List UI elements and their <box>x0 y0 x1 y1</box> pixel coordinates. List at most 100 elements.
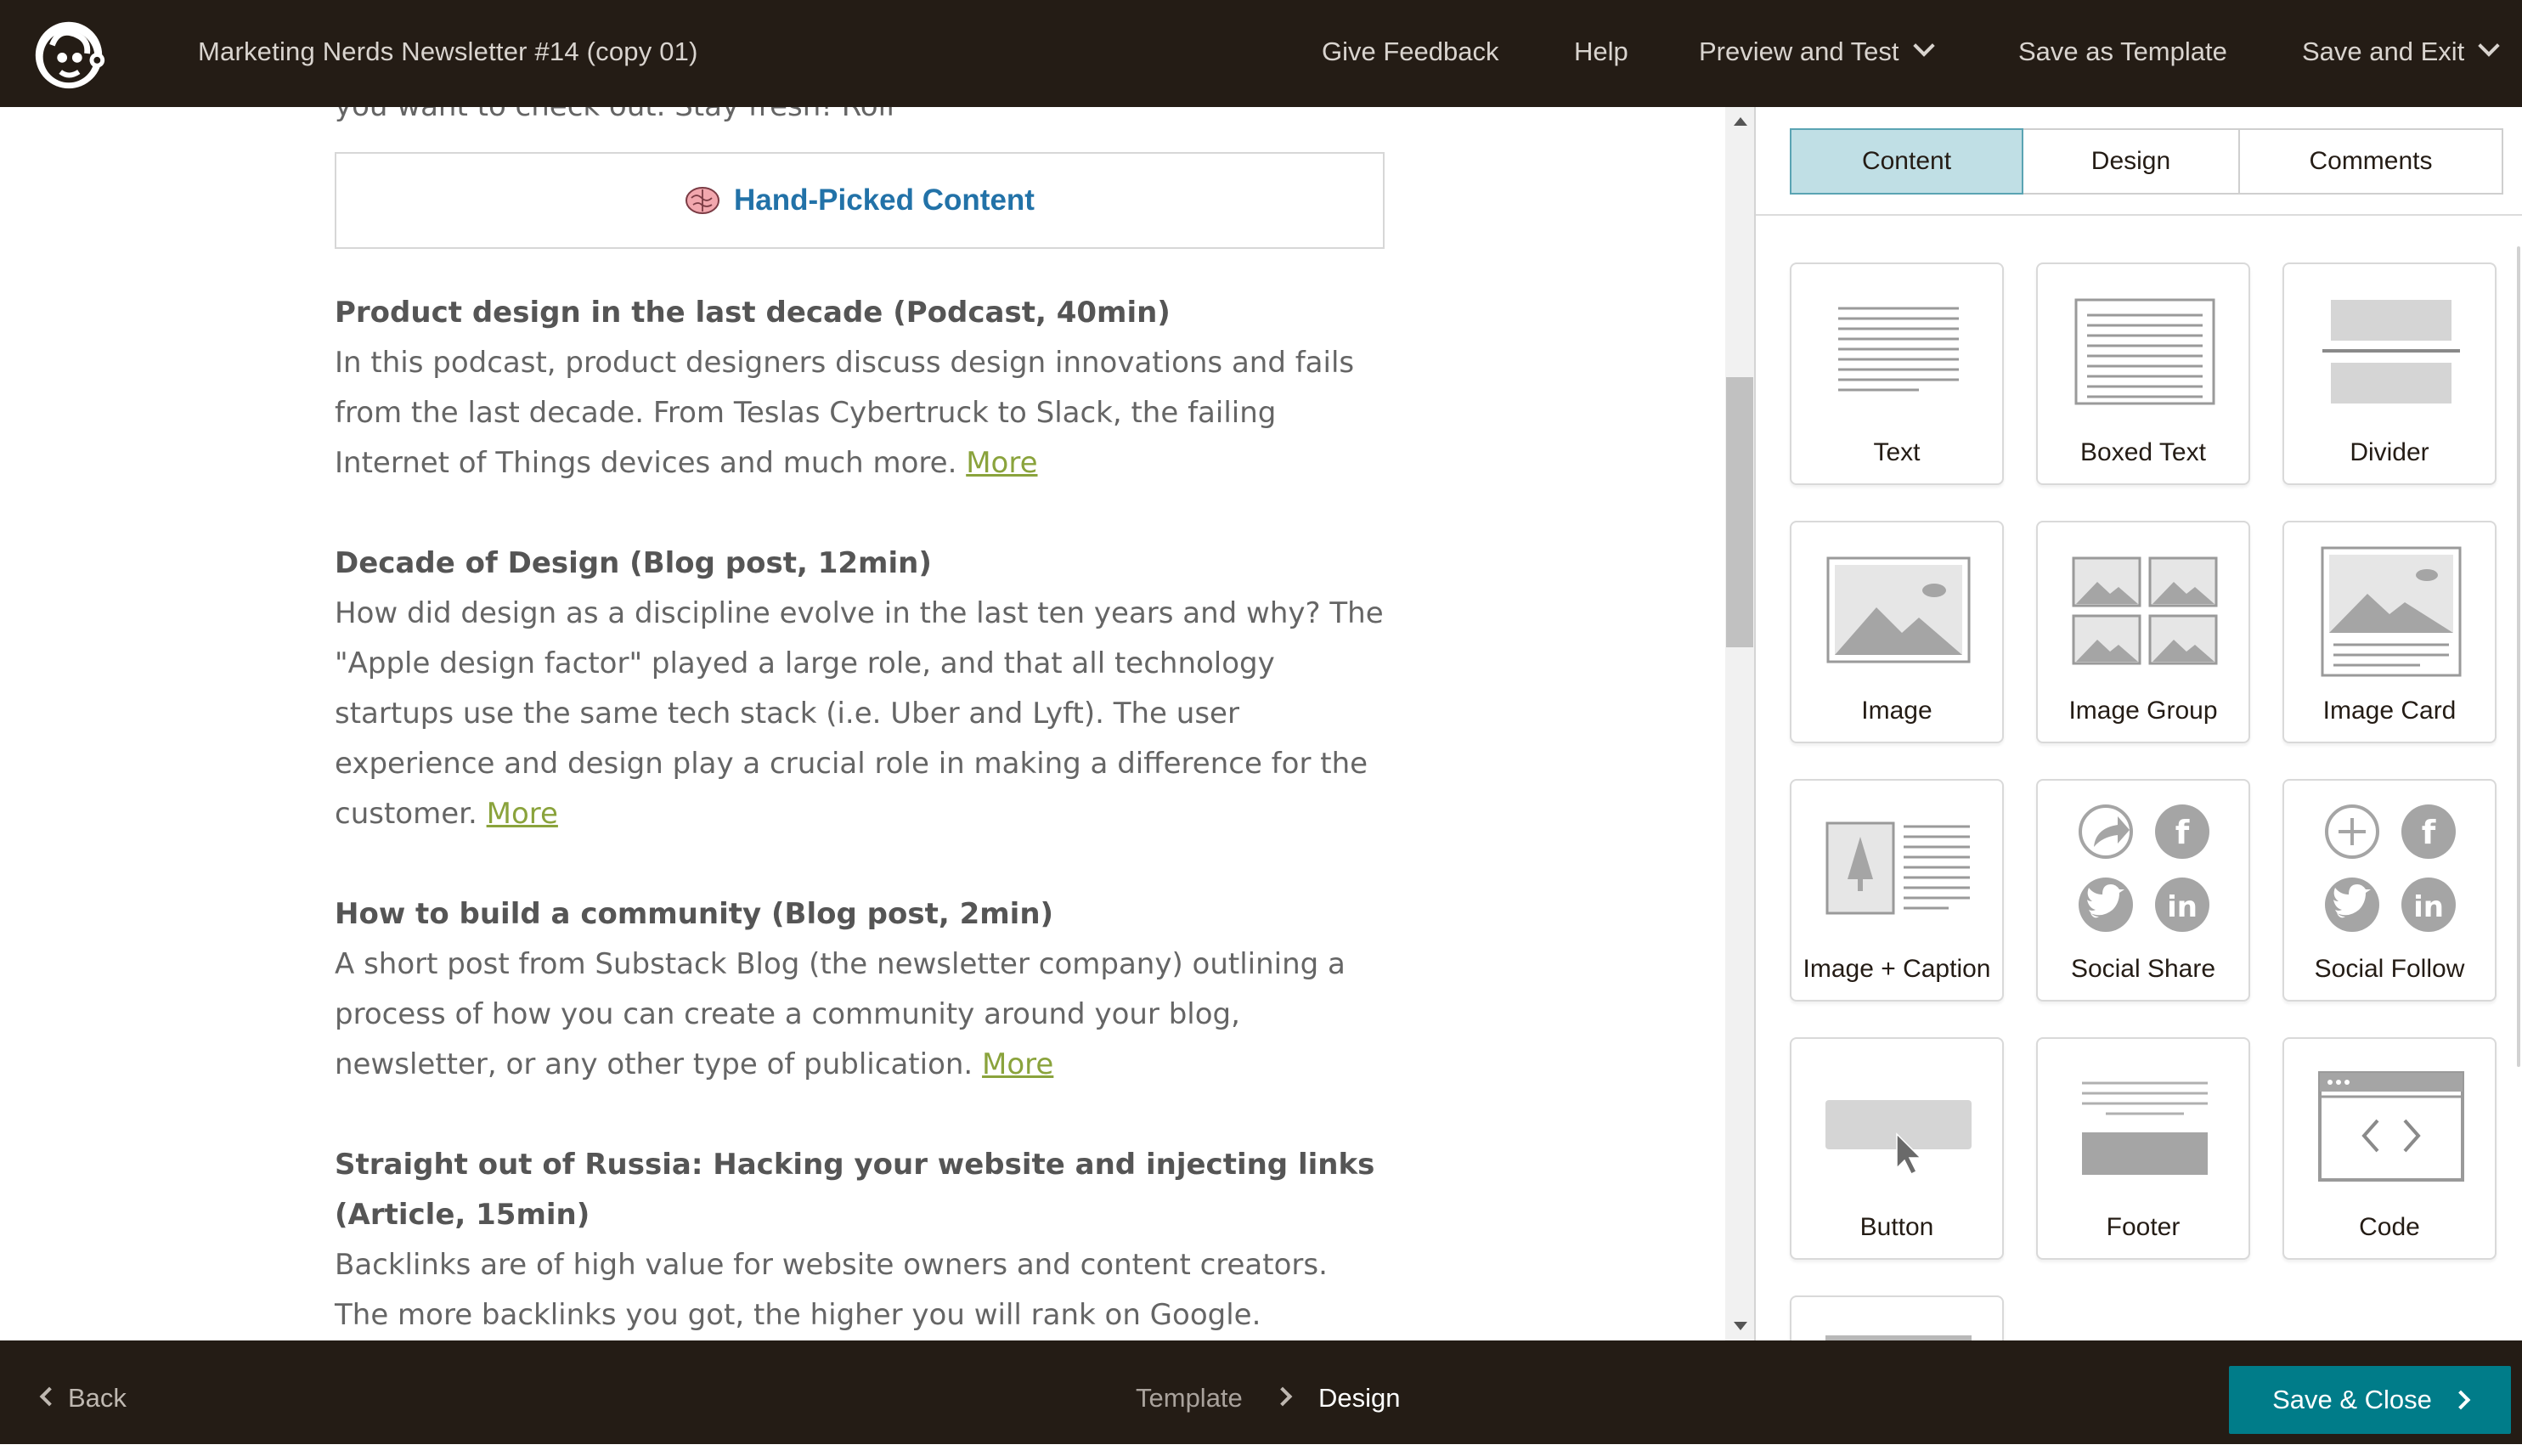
article-body-text: A short post from Substack Blog (the new… <box>335 947 1346 1081</box>
tab-content[interactable]: Content <box>1790 128 2023 195</box>
block-label: Footer <box>2106 1213 2181 1241</box>
article-title: Straight out of Russia: Hacking your web… <box>335 1148 1375 1232</box>
image-block-icon <box>1826 556 1971 663</box>
block-code[interactable]: Code <box>2282 1037 2497 1260</box>
brain-icon <box>686 187 720 214</box>
block-label: Social Share <box>2070 955 2216 983</box>
block-social-share[interactable]: f in Social Share <box>2036 779 2250 1002</box>
article-body-text: In this podcast, product designers discu… <box>335 346 1355 480</box>
block-label: Divider <box>2350 438 2429 466</box>
breadcrumb-chevron-icon <box>1272 1386 1293 1407</box>
block-partial[interactable] <box>1790 1295 2004 1340</box>
chevron-down-icon <box>1912 35 1935 57</box>
footer-block-icon <box>2082 1081 2208 1175</box>
scroll-up-arrow-icon[interactable] <box>1734 117 1747 126</box>
scrollbar-thumb[interactable] <box>1726 377 1753 647</box>
social-share-block-icon: f in <box>2079 804 2209 932</box>
svg-text:f: f <box>2175 814 2190 851</box>
partial-block-icon <box>1825 1335 1972 1340</box>
block-image-card[interactable]: Image Card <box>2282 521 2497 743</box>
mailchimp-logo-icon[interactable] <box>27 12 110 95</box>
save-close-button[interactable]: Save & Close <box>2229 1366 2511 1434</box>
article-body: How did design as a discipline evolve in… <box>335 589 1388 839</box>
block-label: Image Group <box>2068 697 2218 725</box>
save-and-exit-label: Save and Exit <box>2302 37 2465 66</box>
breadcrumb-design: Design <box>1318 1383 1401 1413</box>
svg-text:f: f <box>2422 814 2436 851</box>
svg-text:in: in <box>2413 890 2444 924</box>
chevron-down-icon <box>2478 35 2501 57</box>
code-block-icon <box>2318 1071 2464 1182</box>
image-group-block-icon <box>2072 556 2218 665</box>
block-text[interactable]: Text <box>1790 262 2004 485</box>
preview-and-test-menu[interactable]: Preview and Test <box>1699 0 1935 107</box>
button-block-icon <box>1825 1100 1972 1176</box>
article-body-text: How did design as a discipline evolve in… <box>335 596 1384 831</box>
article-item[interactable]: How to build a community (Blog post, 2mi… <box>335 889 1388 1090</box>
block-label: Social Follow <box>2314 955 2465 983</box>
block-label: Image Card <box>2322 697 2457 725</box>
image-caption-block-icon <box>1825 821 1970 915</box>
section-heading: Hand-Picked Content <box>734 183 1035 217</box>
intro-text[interactable]: you want to check out. Stay fresh! Rolf <box>335 107 1388 132</box>
scroll-down-arrow-icon[interactable] <box>1734 1322 1747 1330</box>
save-and-exit-menu[interactable]: Save and Exit <box>2302 0 2501 107</box>
preview-and-test-label: Preview and Test <box>1699 37 1899 66</box>
block-label: Text <box>1873 438 1921 466</box>
campaign-title: Marketing Nerds Newsletter #14 (copy 01) <box>198 37 698 66</box>
email-content[interactable]: you want to check out. Stay fresh! Rolf … <box>335 107 1388 1340</box>
block-footer[interactable]: Footer <box>2036 1037 2250 1260</box>
more-link[interactable]: More <box>966 446 1037 480</box>
back-label: Back <box>68 1383 127 1413</box>
article-title: How to build a community (Blog post, 2mi… <box>335 897 1054 931</box>
block-image-group[interactable]: Image Group <box>2036 521 2250 743</box>
article-item[interactable]: Straight out of Russia: Hacking your web… <box>335 1140 1388 1340</box>
article-body: A short post from Substack Blog (the new… <box>335 940 1388 1090</box>
article-body: Backlinks are of high value for website … <box>335 1240 1388 1340</box>
article-body: In this podcast, product designers discu… <box>335 338 1388 488</box>
image-card-block-icon <box>2321 546 2462 677</box>
block-label: Button <box>1859 1213 1934 1241</box>
chevron-left-icon <box>39 1386 59 1407</box>
divider-block-icon <box>2322 300 2460 404</box>
block-label: Code <box>2359 1213 2420 1241</box>
more-link[interactable]: More <box>487 797 558 831</box>
block-divider[interactable]: Divider <box>2282 262 2497 485</box>
more-link[interactable]: More <box>982 1047 1053 1081</box>
breadcrumb-template[interactable]: Template <box>1136 1340 1243 1444</box>
tabs-divider <box>1756 214 2522 216</box>
save-close-label: Save & Close <box>2272 1385 2432 1414</box>
article-title: Decade of Design (Blog post, 12min) <box>335 546 932 580</box>
tab-comments[interactable]: Comments <box>2240 128 2503 195</box>
top-bar: Marketing Nerds Newsletter #14 (copy 01)… <box>0 0 2522 107</box>
svg-text:in: in <box>2167 890 2198 924</box>
block-label: Image <box>1861 697 1932 725</box>
panel-scrollbar[interactable] <box>2517 246 2520 1067</box>
block-image[interactable]: Image <box>1790 521 2004 743</box>
text-block-icon <box>1838 307 1959 392</box>
social-follow-block-icon: f in <box>2325 804 2456 932</box>
block-image-caption[interactable]: Image + Caption <box>1790 779 2004 1002</box>
article-item[interactable]: Product design in the last decade (Podca… <box>335 288 1388 488</box>
block-social-follow[interactable]: f in Social Follow <box>2282 779 2497 1002</box>
boxed-text-block-icon <box>2074 298 2215 405</box>
block-button[interactable]: Button <box>1790 1037 2004 1260</box>
section-heading-box[interactable]: Hand-Picked Content <box>335 152 1385 249</box>
editor-scrollbar[interactable] <box>1725 107 1754 1340</box>
give-feedback-link[interactable]: Give Feedback <box>1322 0 1499 107</box>
tab-design[interactable]: Design <box>2023 128 2240 195</box>
panel-tabs: Content Design Comments <box>1790 128 2503 195</box>
article-item[interactable]: Decade of Design (Blog post, 12min) How … <box>335 539 1388 839</box>
back-button[interactable]: Back <box>39 1340 127 1444</box>
bottom-bar: Back Template Design <box>0 1340 2522 1444</box>
save-as-template-link[interactable]: Save as Template <box>2018 0 2227 107</box>
block-label: Boxed Text <box>2080 438 2206 466</box>
article-body-text: Backlinks are of high value for website … <box>335 1248 1328 1332</box>
block-label: Image + Caption <box>1803 955 1991 983</box>
block-boxed-text[interactable]: Boxed Text <box>2036 262 2250 485</box>
chevron-right-icon <box>2451 1390 2471 1410</box>
help-link[interactable]: Help <box>1574 0 1628 107</box>
content-blocks-panel: Content Design Comments Text Boxed Text … <box>1756 107 2522 1340</box>
article-title: Product design in the last decade (Podca… <box>335 296 1171 330</box>
email-canvas[interactable]: you want to check out. Stay fresh! Rolf … <box>0 107 1754 1340</box>
